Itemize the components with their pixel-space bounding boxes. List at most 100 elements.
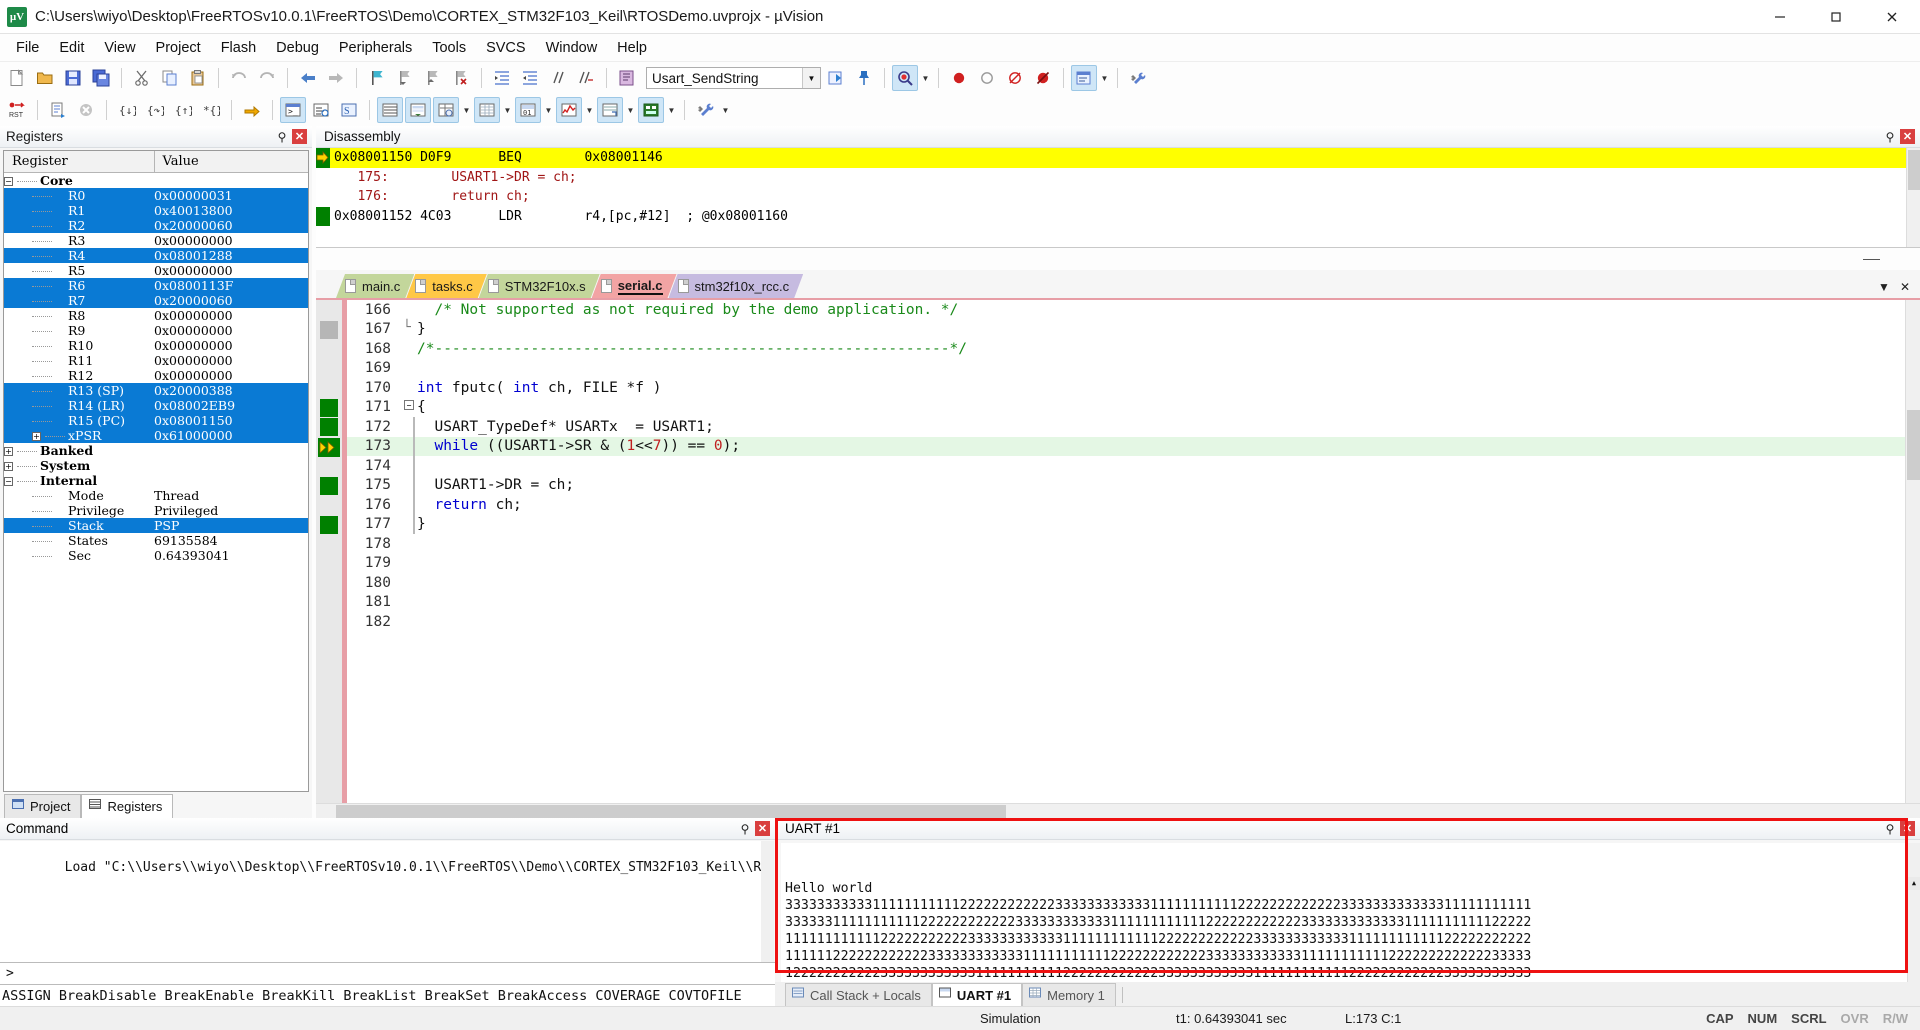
command-window-icon[interactable]: >_ <box>280 97 306 123</box>
code-line[interactable]: 171−{ <box>347 398 1920 418</box>
tree-expander-icon[interactable]: + <box>4 447 13 456</box>
bookmark-toggle-icon[interactable] <box>364 65 390 91</box>
fold-column[interactable] <box>403 534 417 554</box>
auto-hide-pin-icon[interactable]: ⚲ <box>1882 820 1898 838</box>
register-row[interactable]: R120x00000000 <box>4 368 308 383</box>
code-lines-container[interactable]: 166 /* Not supported as not required by … <box>347 300 1920 803</box>
code-line[interactable]: 172 USART_TypeDef* USARTx = USART1; <box>347 417 1920 437</box>
target-options-icon[interactable] <box>614 65 640 91</box>
scrollbar-thumb[interactable] <box>1907 410 1920 480</box>
file-tab[interactable]: serial.c <box>592 274 677 298</box>
code-line[interactable]: 179 <box>347 554 1920 574</box>
tab-registers[interactable]: Registers <box>81 794 173 818</box>
menu-file[interactable]: File <box>6 37 49 59</box>
disable-all-breakpoints-icon[interactable] <box>1002 65 1028 91</box>
disassembly-line[interactable]: 175: USART1->DR = ch; <box>316 168 1920 188</box>
register-row[interactable]: R20x20000060 <box>4 218 308 233</box>
fold-column[interactable] <box>403 515 417 535</box>
register-row[interactable]: R80x00000000 <box>4 308 308 323</box>
code-line[interactable]: 170int fputc( int ch, FILE *f ) <box>347 378 1920 398</box>
register-row[interactable]: +System <box>4 458 308 473</box>
disassembly-line[interactable]: 176: return ch; <box>316 187 1920 207</box>
fold-column[interactable] <box>403 456 417 476</box>
menu-tools[interactable]: Tools <box>422 37 476 59</box>
fold-column[interactable] <box>403 554 417 574</box>
register-row[interactable]: +xPSR0x61000000 <box>4 428 308 443</box>
file-tab[interactable]: STM32F10x.s <box>479 274 600 298</box>
minimize-button[interactable] <box>1752 0 1808 34</box>
file-tab[interactable]: stm32f10x_rcc.c <box>669 274 804 298</box>
toolbox-icon[interactable] <box>1125 65 1151 91</box>
bookmark-prev-icon[interactable] <box>392 65 418 91</box>
run-icon[interactable] <box>45 97 71 123</box>
disassembly-line[interactable]: 0x08001150 D0F9 BEQ 0x08001146 <box>316 148 1920 168</box>
tab-uart-1[interactable]: UART #1 <box>932 983 1022 1006</box>
menu-svcs[interactable]: SVCS <box>476 37 536 59</box>
register-row[interactable]: Sec0.64393041 <box>4 548 308 563</box>
kill-all-breakpoints-icon[interactable] <box>1030 65 1056 91</box>
fold-column[interactable] <box>403 359 417 379</box>
serial-window-icon[interactable]: 01 <box>515 97 541 123</box>
code-line[interactable]: 177} <box>347 515 1920 535</box>
close-icon[interactable]: ✕ <box>1900 280 1910 294</box>
code-line[interactable]: 173 while ((USART1->SR & (1<<7)) == 0); <box>347 437 1920 457</box>
code-editor[interactable]: 166 /* Not supported as not required by … <box>316 298 1920 803</box>
register-row[interactable]: −Core <box>4 173 308 189</box>
breakpoint-marker-icon[interactable] <box>320 477 338 495</box>
menu-help[interactable]: Help <box>607 37 657 59</box>
registers-window-icon[interactable] <box>377 97 403 123</box>
editor-horizontal-scrollbar[interactable] <box>316 803 1920 818</box>
register-row[interactable]: R60x0800113F <box>4 278 308 293</box>
code-line[interactable]: 178 <box>347 534 1920 554</box>
show-next-statement-icon[interactable] <box>239 97 265 123</box>
register-row[interactable]: ModeThread <box>4 488 308 503</box>
code-line[interactable]: 167└} <box>347 320 1920 340</box>
register-row[interactable]: R15 (PC)0x08001150 <box>4 413 308 428</box>
chevron-down-icon[interactable]: ▼ <box>1099 65 1110 91</box>
command-output[interactable]: Load "C:\\Users\\wiyo\\Desktop\\FreeRTOS… <box>0 841 774 962</box>
fold-column[interactable] <box>403 339 417 359</box>
indent-icon[interactable] <box>489 65 515 91</box>
breakpoint-marker-icon[interactable] <box>320 399 338 417</box>
insert-breakpoint-icon[interactable] <box>946 65 972 91</box>
fold-column[interactable]: └ <box>403 320 417 340</box>
fold-column[interactable] <box>403 612 417 632</box>
system-viewer-icon[interactable] <box>638 97 664 123</box>
run-to-cursor-icon[interactable]: *{} <box>198 97 224 123</box>
watch-window-icon[interactable] <box>433 97 459 123</box>
menu-view[interactable]: View <box>94 37 145 59</box>
fold-column[interactable] <box>403 495 417 515</box>
register-row[interactable]: R14 (LR)0x08002EB9 <box>4 398 308 413</box>
memory-window-icon[interactable] <box>474 97 500 123</box>
disassembly-line[interactable]: 0x08001152 4C03 LDR r4,[pc,#12] ; @0x080… <box>316 207 1920 227</box>
fold-column[interactable] <box>403 437 417 457</box>
step-out-icon[interactable]: {↑} <box>170 97 196 123</box>
close-icon[interactable]: ✕ <box>1900 129 1915 144</box>
disable-breakpoint-icon[interactable] <box>974 65 1000 91</box>
outdent-icon[interactable] <box>517 65 543 91</box>
chevron-down-icon[interactable]: ▼ <box>920 65 931 91</box>
analysis-window-icon[interactable] <box>556 97 582 123</box>
close-icon[interactable]: ✕ <box>1900 821 1915 836</box>
register-row[interactable]: −Internal <box>4 473 308 488</box>
minimize-icon[interactable] <box>1863 259 1880 260</box>
fold-column[interactable] <box>403 573 417 593</box>
scrollbar-thumb[interactable] <box>336 805 1006 818</box>
menu-debug[interactable]: Debug <box>266 37 329 59</box>
fold-column[interactable]: − <box>403 398 417 418</box>
register-row[interactable]: R40x08001288 <box>4 248 308 263</box>
cut-icon[interactable] <box>129 65 155 91</box>
register-row[interactable]: R70x20000060 <box>4 293 308 308</box>
breakpoint-marker-icon[interactable] <box>320 516 338 534</box>
disassembly-view[interactable]: 0x08001150 D0F9 BEQ 0x08001146 175: USAR… <box>316 148 1920 248</box>
uncomment-icon[interactable] <box>573 65 599 91</box>
chevron-down-icon[interactable]: ▼ <box>802 68 820 88</box>
register-row[interactable]: R50x00000000 <box>4 263 308 278</box>
command-output-scrollbar[interactable] <box>761 841 774 962</box>
target-selector[interactable]: Usart_SendString ▼ <box>646 67 821 89</box>
bookmark-next-icon[interactable] <box>420 65 446 91</box>
comment-icon[interactable] <box>545 65 571 91</box>
fold-column[interactable] <box>403 300 417 320</box>
call-stack-icon[interactable] <box>405 97 431 123</box>
register-row[interactable]: R10x40013800 <box>4 203 308 218</box>
